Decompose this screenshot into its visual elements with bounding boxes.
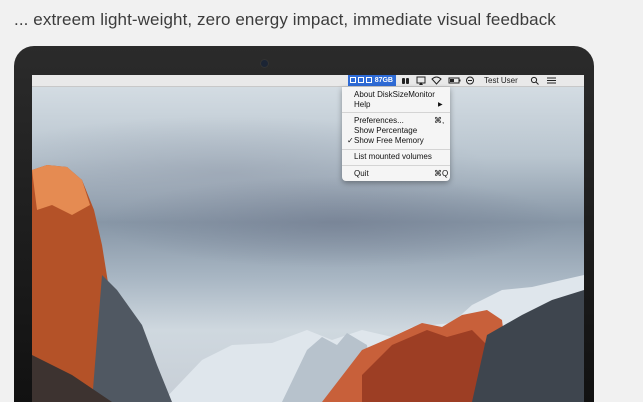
menu-item-show-percentage[interactable]: Show Percentage — [354, 126, 417, 136]
search-icon[interactable] — [530, 75, 540, 86]
menu-separator — [342, 149, 450, 150]
drive-icon — [358, 77, 364, 83]
menu-item-show-free-memory[interactable]: ✓ Show Free Memory — [347, 136, 424, 146]
menu-item-show-free-memory-label: Show Free Memory — [354, 136, 424, 145]
drive-icon — [366, 77, 372, 83]
quit-shortcut: ⌘Q — [434, 169, 449, 178]
notification-center-icon[interactable] — [546, 75, 557, 86]
menu-item-preferences[interactable]: Preferences... ⌘, — [354, 116, 444, 126]
screen: 87GB Test User About DiskSizeMonitor Hel… — [32, 75, 584, 402]
battery-icon[interactable] — [448, 75, 461, 86]
menu-item-help-label: Help — [354, 100, 371, 109]
menu-item-list-volumes[interactable]: List mounted volumes — [354, 152, 432, 162]
submenu-arrow-icon: ▶ — [438, 102, 443, 108]
menu-item-about[interactable]: About DiskSizeMonitor — [354, 90, 435, 100]
disksizemonitor-menu: About DiskSizeMonitor Help ▶ Preferences… — [342, 87, 450, 181]
menu-item-quit[interactable]: Quit ⌘Q — [354, 169, 448, 179]
menu-item-help[interactable]: Help ▶ — [354, 100, 446, 110]
checkmark-icon: ✓ — [347, 136, 354, 145]
wallpaper-mountains — [32, 165, 584, 402]
menu-separator — [342, 165, 450, 166]
clock-icon[interactable] — [465, 75, 475, 86]
menu-separator — [342, 112, 450, 113]
user-name[interactable]: Test User — [484, 75, 518, 86]
camera-icon — [260, 59, 269, 68]
wifi-icon[interactable] — [431, 75, 442, 86]
menu-item-preferences-label: Preferences... — [354, 116, 404, 125]
airplay-icon[interactable] — [416, 75, 426, 86]
laptop-frame: 87GB Test User About DiskSizeMonitor Hel… — [14, 46, 594, 402]
menu-item-quit-label: Quit — [354, 169, 369, 178]
menu-bar: 87GB Test User — [32, 75, 584, 87]
binoculars-icon[interactable] — [401, 75, 410, 86]
preferences-shortcut: ⌘, — [434, 116, 445, 125]
disk-size-label: 87GB — [374, 77, 393, 84]
caption: ... extreem light-weight, zero energy im… — [14, 10, 556, 29]
drive-icon — [350, 77, 356, 83]
disk-size-menu-extra[interactable]: 87GB — [348, 75, 396, 86]
